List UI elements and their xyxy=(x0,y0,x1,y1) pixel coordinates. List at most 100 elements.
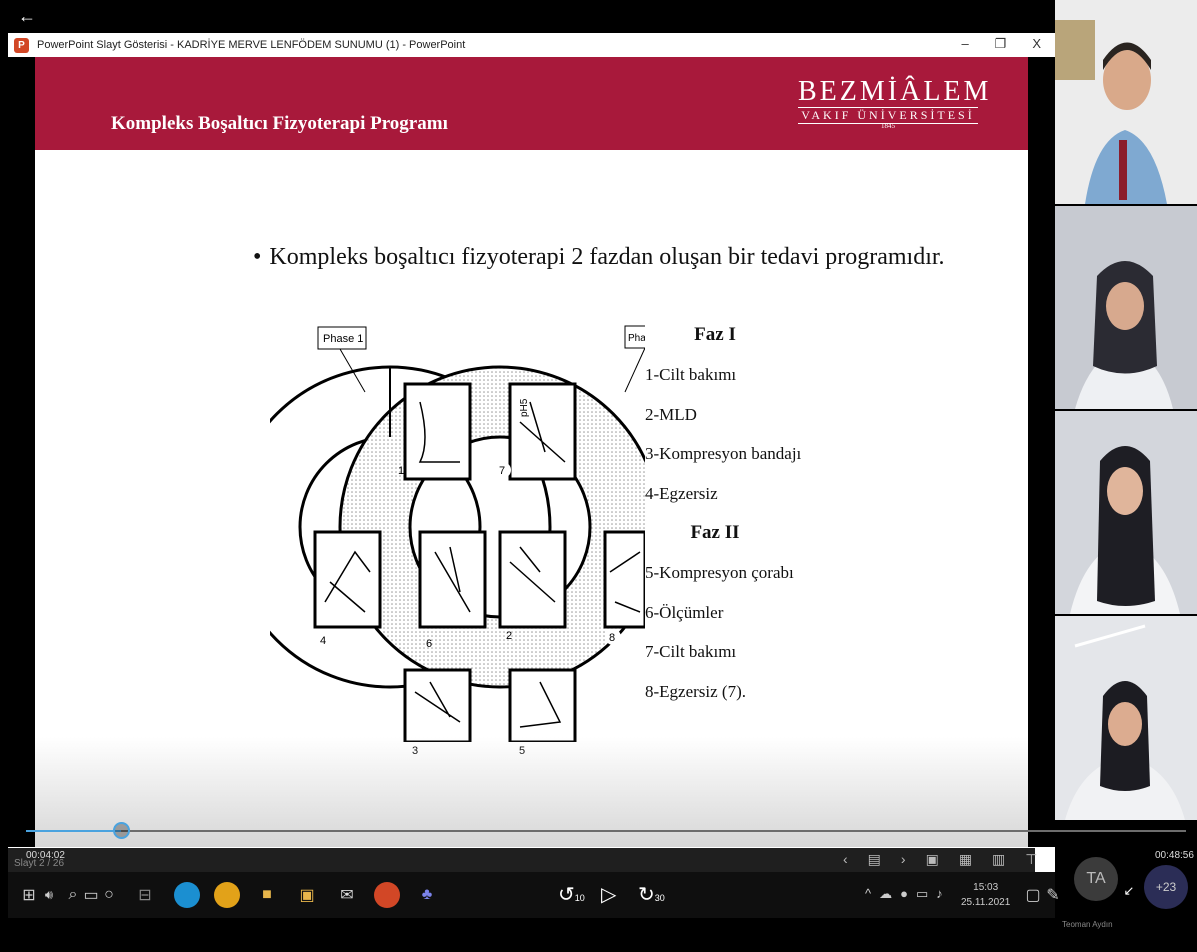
phase-item: 3-Kompresyon bandajı xyxy=(645,444,802,463)
network-icon[interactable]: ▭ xyxy=(916,886,928,902)
minimize-call-icon[interactable]: ↙ xyxy=(1118,880,1140,902)
frame-7 xyxy=(508,382,577,481)
participant-3-image xyxy=(1055,411,1197,614)
ph-label: pH5 xyxy=(519,398,530,417)
slide[interactable]: Kompleks Boşaltıcı Fizyoterapi Programı … xyxy=(35,57,1028,847)
tray-chevron-icon[interactable]: ^ xyxy=(865,886,871,902)
chrome-icon[interactable] xyxy=(214,882,240,908)
task-view-icon[interactable]: ⊟ xyxy=(132,882,158,908)
participant-video-1[interactable] xyxy=(1055,0,1197,204)
phase-item: 7-Cilt bakımı xyxy=(645,642,737,661)
frame-4 xyxy=(313,530,382,629)
logo-main-text: BEZMİÂLEM xyxy=(798,76,992,107)
phase2-pointer xyxy=(624,347,645,393)
elapsed-time: 00:04:02 xyxy=(26,850,65,861)
presenter-view-icon[interactable]: ⊤ xyxy=(1025,851,1037,868)
phase-item: 8-Egzersiz (7). xyxy=(645,681,747,701)
cdt-phase-diagram: Phase 1 Phase 2 pH5 1 2 4 6 7 8 xyxy=(270,325,645,742)
mail-icon[interactable]: ✉ xyxy=(334,882,360,908)
scrubber-progress xyxy=(26,830,122,832)
meeting-top-bar: ← xyxy=(0,0,1055,33)
scrubber-track[interactable] xyxy=(26,830,1186,832)
mic-icon[interactable]: ● xyxy=(900,886,908,902)
phase-item: 4-Egzersiz xyxy=(645,483,718,503)
bullet-dot: • xyxy=(253,244,262,270)
pen-icon[interactable]: ✎ xyxy=(1040,882,1066,908)
more-participants-badge[interactable]: +23 xyxy=(1144,865,1188,909)
next-slide-icon[interactable]: › xyxy=(901,851,906,868)
back-arrow-icon[interactable]: ← xyxy=(18,6,36,27)
restore-button[interactable]: ❐ xyxy=(995,36,1007,52)
slide-area: Kompleks Boşaltıcı Fizyoterapi Programı … xyxy=(8,57,1055,847)
participant-video-4[interactable] xyxy=(1055,616,1197,820)
phase-item: 1-Cilt bakımı xyxy=(645,365,737,384)
diagram-number-7: 7 xyxy=(499,465,505,477)
bullet-content: Kompleks boşaltıcı fizyoterapi 2 fazdan … xyxy=(269,244,945,270)
window-controls: – ❐ X xyxy=(961,36,1041,52)
frame-3 xyxy=(403,668,472,742)
previous-slide-icon[interactable]: ‹ xyxy=(843,851,848,868)
frame-6 xyxy=(418,530,487,629)
diagram-number-2: 2 xyxy=(506,630,512,642)
slide-menu-icon[interactable]: ▤ xyxy=(868,851,881,868)
slide-title: Kompleks Boşaltıcı Fizyoterapi Programı xyxy=(111,113,448,134)
powerpoint-taskbar-icon[interactable] xyxy=(374,882,400,908)
clock-time: 15:03 xyxy=(973,882,999,893)
participant-4-image xyxy=(1055,616,1197,820)
windows-taskbar: ⊞ 🔊︎ ⌕ ▭ ○ ⊟ ■ ▣ ✉ ♣ ↺10 ▷ ↻30 ^ ☁ ● ▭ ♪… xyxy=(8,872,1060,918)
forward-30-button[interactable]: ↻30 xyxy=(638,882,665,907)
minimize-button[interactable]: – xyxy=(961,36,968,52)
phase2-label: Phase 2 xyxy=(628,333,645,344)
window-title: PowerPoint Slayt Gösterisi - KADRİYE MER… xyxy=(37,39,466,51)
onedrive-icon[interactable]: ☁ xyxy=(879,886,892,902)
frame-2 xyxy=(498,530,567,629)
cortana-icon[interactable]: ○ xyxy=(96,882,122,908)
forward-label: 30 xyxy=(654,893,665,903)
play-button[interactable]: ▷ xyxy=(601,882,616,907)
diagram-number-1: 1 xyxy=(398,465,404,477)
sorter-view-icon[interactable]: ▦ xyxy=(959,851,972,868)
bullet-text: • Kompleks boşaltıcı fizyoterapi 2 fazdan… xyxy=(253,244,945,271)
edge-icon[interactable] xyxy=(174,882,200,908)
teams-icon[interactable]: ♣ xyxy=(414,882,440,908)
participant-video-3[interactable] xyxy=(1055,411,1197,614)
window-titlebar: P PowerPoint Slayt Gösterisi - KADRİYE M… xyxy=(8,33,1055,57)
diagram-number-8: 8 xyxy=(609,632,615,644)
total-time: 00:48:56 xyxy=(1155,850,1194,861)
phase1-heading: Faz I xyxy=(694,324,736,345)
rewind-label: 10 xyxy=(574,893,585,903)
taskbar-clock[interactable]: 15:03 25.11.2021 xyxy=(961,880,1010,910)
university-logo: BEZMİÂLEM VAKIF ÜNİVERSİTESİ 1845 xyxy=(798,76,992,130)
participant-1-image xyxy=(1055,0,1197,204)
participant-2-image xyxy=(1055,206,1197,409)
speaker-icon[interactable]: ♪ xyxy=(936,886,943,902)
slideshow-controls: ‹ ▤ › ▣ ▦ ▥ ⊤ xyxy=(843,851,1037,868)
clock-date: 25.11.2021 xyxy=(961,897,1011,908)
system-tray: ^ ☁ ● ▭ ♪ xyxy=(865,886,943,902)
participant-video-2[interactable] xyxy=(1055,206,1197,409)
phase-list: Faz I 1-Cilt bakımı 2-MLD 3-Kompresyon b… xyxy=(645,315,845,711)
participant-avatar[interactable]: TA xyxy=(1074,857,1118,901)
scrubber-handle[interactable] xyxy=(113,822,131,839)
powerpoint-app-icon: P xyxy=(14,37,29,53)
normal-view-icon[interactable]: ▣ xyxy=(926,851,939,868)
phase-item: 5-Kompresyon çorabı xyxy=(645,563,794,582)
frame-1 xyxy=(403,382,472,481)
frame-8 xyxy=(603,530,645,629)
volume-icon[interactable]: 🔊︎ xyxy=(36,882,62,908)
phase-item: 6-Ölçümler xyxy=(645,602,724,622)
rewind-10-button[interactable]: ↺10 xyxy=(558,882,585,907)
slide-header: Kompleks Boşaltıcı Fizyoterapi Programı … xyxy=(35,57,1028,150)
file-explorer-icon[interactable]: ■ xyxy=(254,882,280,908)
diagram-number-4: 4 xyxy=(320,635,326,647)
powerpoint-window: P PowerPoint Slayt Gösterisi - KADRİYE M… xyxy=(8,33,1055,873)
phase-item: 2-MLD xyxy=(645,404,697,424)
diagram-number-6: 6 xyxy=(426,638,432,650)
participant-name: Teoman Aydın xyxy=(1062,920,1113,929)
phase2-heading: Faz II xyxy=(690,522,740,543)
frame-5 xyxy=(508,668,577,742)
reading-view-icon[interactable]: ▥ xyxy=(992,851,1005,868)
phase1-label: Phase 1 xyxy=(323,333,363,345)
close-button[interactable]: X xyxy=(1032,36,1041,52)
store-icon[interactable]: ▣ xyxy=(294,882,320,908)
